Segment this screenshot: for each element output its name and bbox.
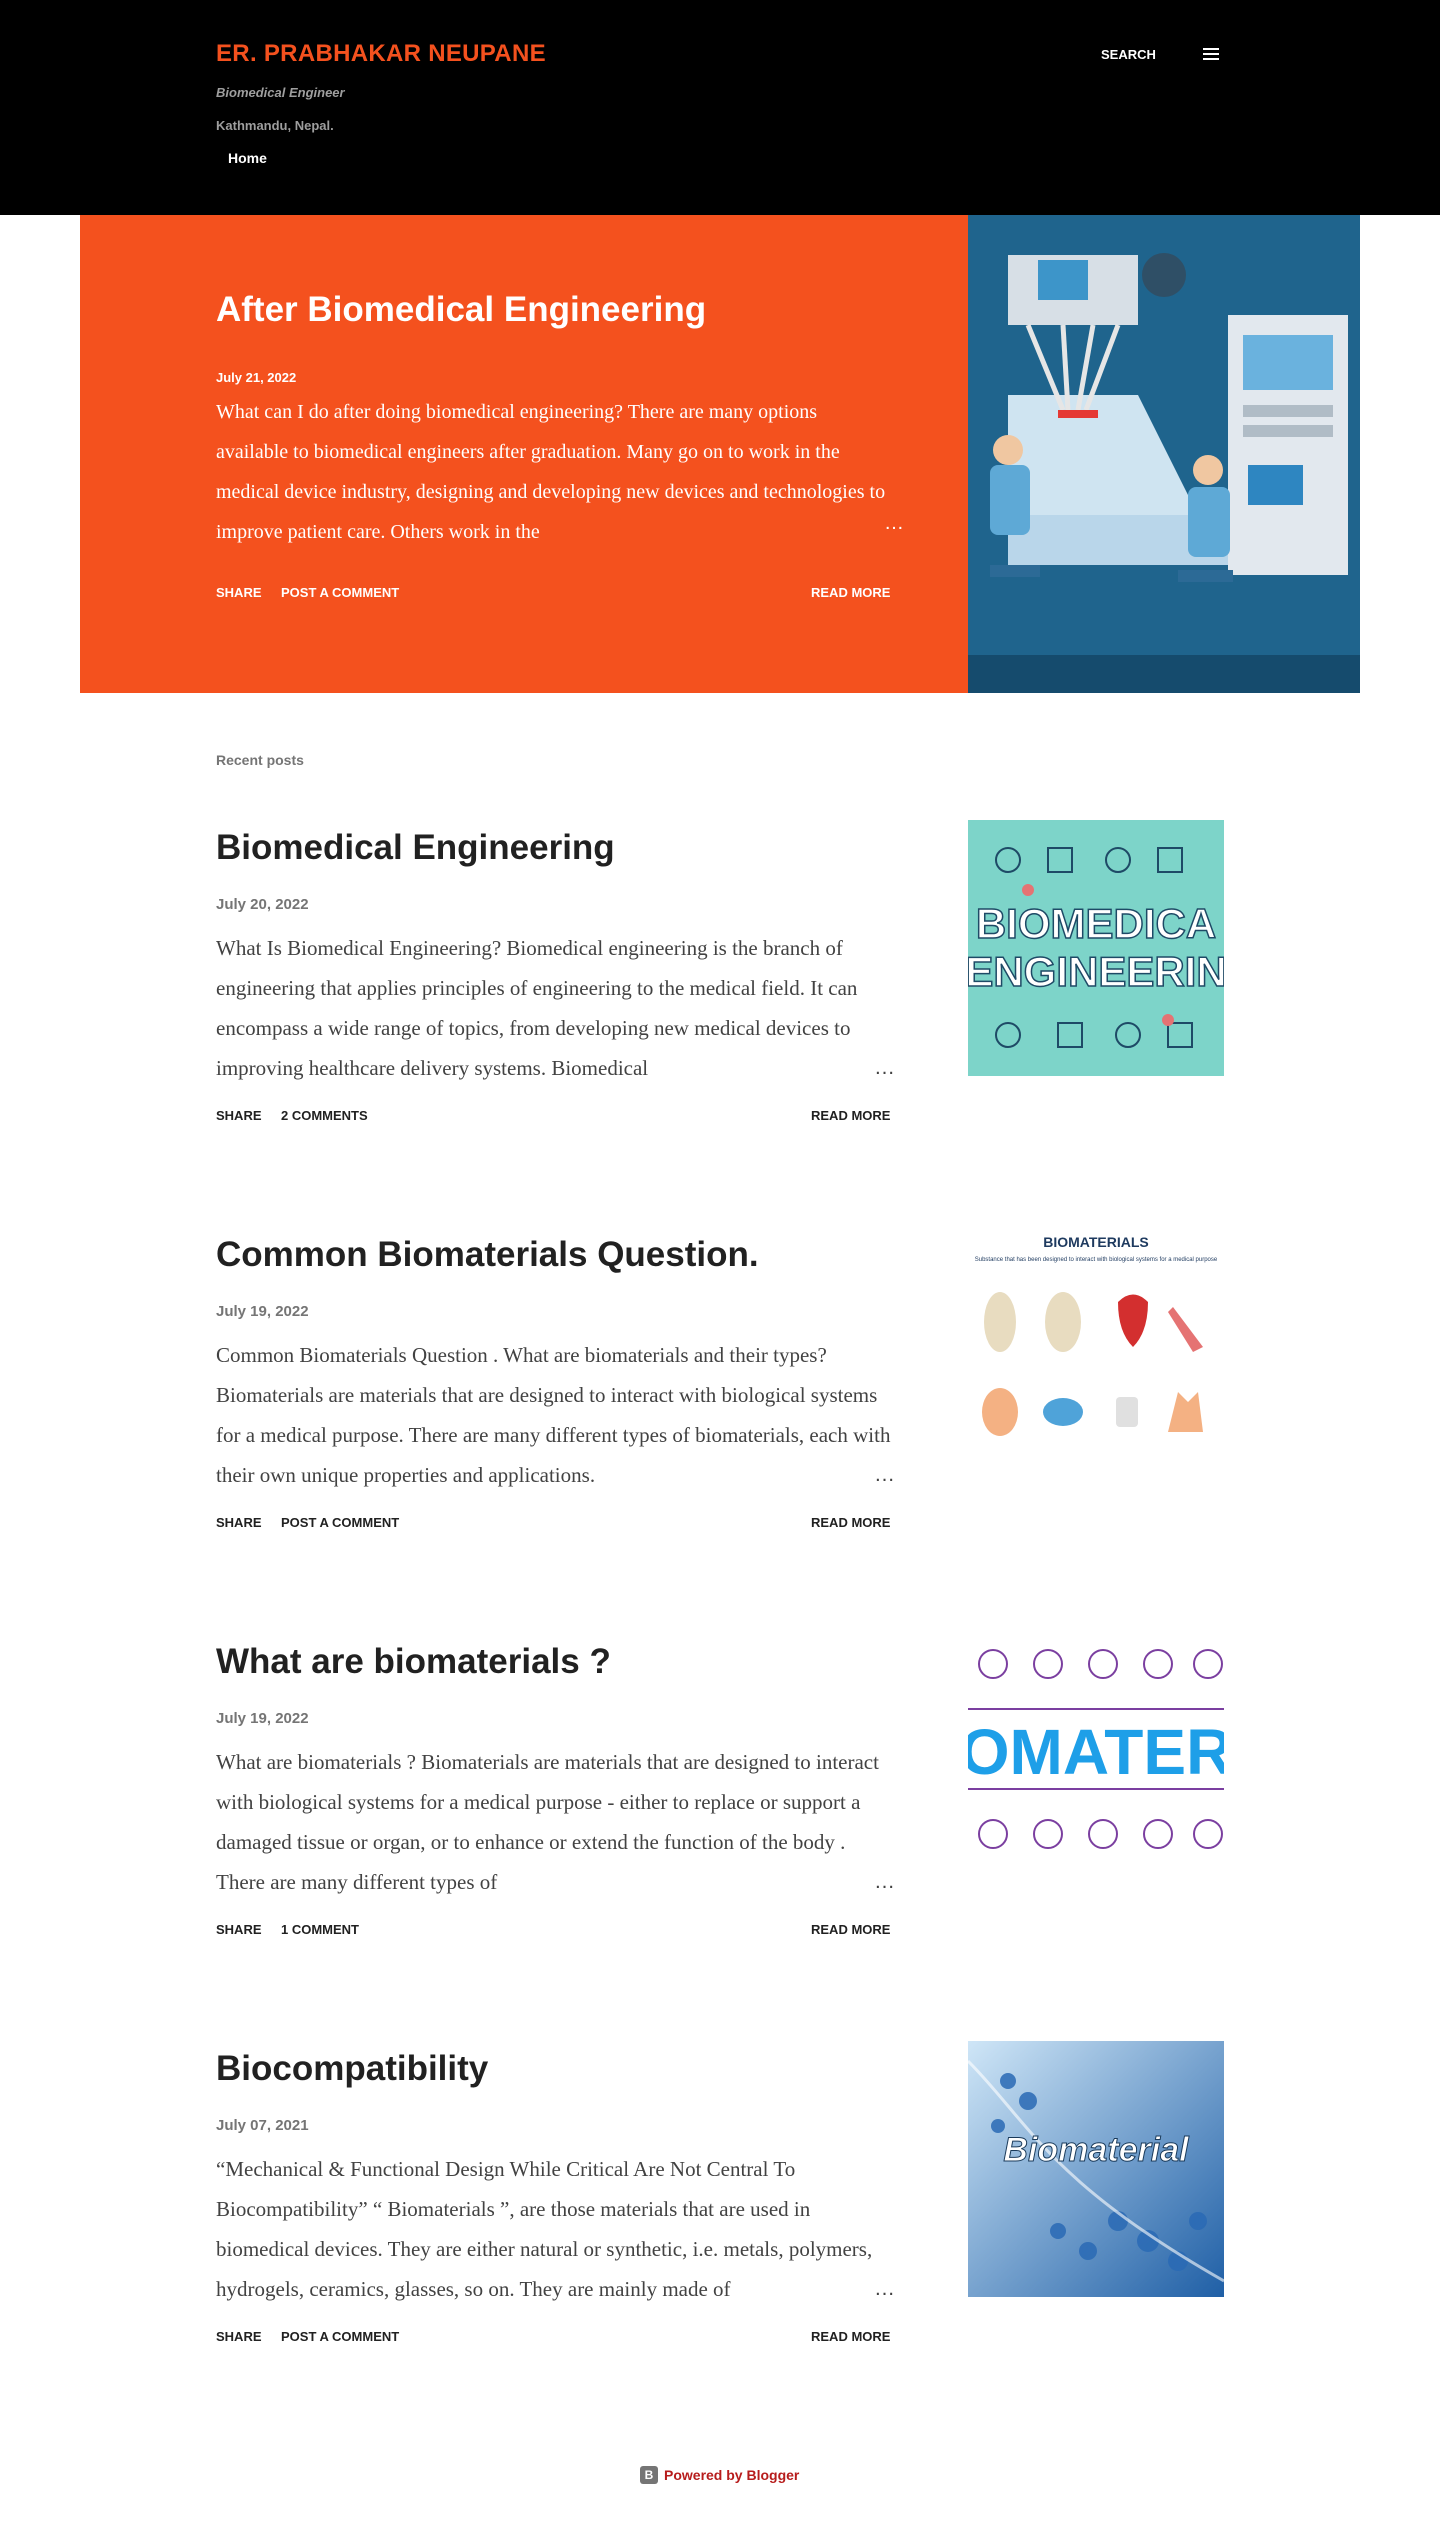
powered-by-label: Powered by Blogger bbox=[664, 2467, 800, 2483]
read-more-link[interactable]: READ MORE bbox=[811, 1922, 890, 1937]
post-thumbnail[interactable]: BIOMEDICA ENGINEERIN bbox=[968, 820, 1224, 1076]
powered-by-blogger-link[interactable]: B Powered by Blogger bbox=[640, 2466, 799, 2484]
comments-link[interactable]: POST A COMMENT bbox=[281, 1515, 399, 1530]
read-more-link[interactable]: READ MORE bbox=[811, 1108, 890, 1123]
thumb-text-1: BIOMEDICA bbox=[976, 900, 1216, 947]
blogger-icon: B bbox=[640, 2466, 658, 2484]
search-button[interactable]: SEARCH bbox=[1101, 47, 1156, 62]
featured-post: After Biomedical Engineering July 21, 20… bbox=[80, 215, 968, 693]
read-more-link[interactable]: READ MORE bbox=[811, 2329, 890, 2344]
post-thumbnail[interactable]: BIOMATERIALS Substance that has been des… bbox=[968, 1227, 1224, 1483]
thumb-text-2: Substance that has been designed to inte… bbox=[975, 1257, 1218, 1263]
post-title[interactable]: What are biomaterials ? bbox=[216, 1642, 611, 1682]
featured-post-snippet: What can I do after doing biomedical eng… bbox=[216, 401, 886, 543]
share-button[interactable]: SHARE bbox=[216, 1515, 262, 1530]
post-ellipsis: … bbox=[862, 1048, 895, 1088]
blog-description: Biomedical Engineer bbox=[216, 85, 345, 100]
biomaterials-infographic-thumbnail: BIOMATERIALS Substance that has been des… bbox=[968, 1227, 1224, 1483]
post-card: Biocompatibility July 07, 2021 “Mechanic… bbox=[0, 2041, 1440, 2389]
post-snippet: “Mechanical & Functional Design While Cr… bbox=[216, 2157, 873, 2301]
blog-location: Kathmandu, Nepal. bbox=[216, 118, 334, 133]
read-more-link[interactable]: READ MORE bbox=[811, 1515, 890, 1530]
post-card: What are biomaterials ? July 19, 2022 Wh… bbox=[0, 1634, 1440, 1982]
post-title[interactable]: Biocompatibility bbox=[216, 2049, 488, 2089]
post-title[interactable]: Common Biomaterials Question. bbox=[216, 1235, 759, 1275]
post-date[interactable]: July 20, 2022 bbox=[216, 896, 309, 913]
thumb-text-2: ENGINEERIN bbox=[968, 948, 1224, 995]
biomedical-engineering-thumbnail: BIOMEDICA ENGINEERIN bbox=[968, 820, 1224, 1076]
featured-share-button[interactable]: SHARE bbox=[216, 585, 262, 600]
post-ellipsis: … bbox=[862, 2269, 895, 2309]
thumb-text-1: OMATER bbox=[968, 1716, 1224, 1788]
post-snippet: Common Biomaterials Question . What are … bbox=[216, 1343, 891, 1487]
comments-link[interactable]: POST A COMMENT bbox=[281, 2329, 399, 2344]
featured-post-title[interactable]: After Biomedical Engineering bbox=[216, 290, 706, 330]
post-title[interactable]: Biomedical Engineering bbox=[216, 828, 615, 868]
post-snippet: What Is Biomedical Engineering? Biomedic… bbox=[216, 936, 858, 1080]
blog-title[interactable]: ER. PRABHAKAR NEUPANE bbox=[216, 40, 546, 68]
featured-comment-link[interactable]: POST A COMMENT bbox=[281, 585, 399, 600]
dna-biomaterial-thumbnail: Biomaterial bbox=[968, 2041, 1224, 2297]
nav-home-link[interactable]: Home bbox=[228, 150, 267, 166]
featured-post-date[interactable]: July 21, 2022 bbox=[216, 370, 296, 385]
post-card: Common Biomaterials Question. July 19, 2… bbox=[0, 1227, 1440, 1575]
recent-posts-heading: Recent posts bbox=[216, 752, 304, 768]
post-thumbnail[interactable]: OMATER bbox=[968, 1634, 1224, 1890]
biomaterials-icons-thumbnail: OMATER bbox=[968, 1634, 1224, 1890]
post-thumbnail[interactable]: Biomaterial bbox=[968, 2041, 1224, 2297]
hamburger-menu-icon[interactable] bbox=[1203, 48, 1221, 62]
thumb-text-1: BIOMATERIALS bbox=[1043, 1234, 1149, 1250]
post-ellipsis: … bbox=[862, 1862, 895, 1902]
share-button[interactable]: SHARE bbox=[216, 1108, 262, 1123]
post-card: Biomedical Engineering July 20, 2022 Wha… bbox=[0, 820, 1440, 1168]
comments-link[interactable]: 1 COMMENT bbox=[281, 1922, 359, 1937]
comments-link[interactable]: 2 COMMENTS bbox=[281, 1108, 368, 1123]
post-snippet: What are biomaterials ? Biomaterials are… bbox=[216, 1750, 879, 1894]
share-button[interactable]: SHARE bbox=[216, 2329, 262, 2344]
featured-post-ellipsis: … bbox=[874, 512, 904, 535]
site-header: ER. PRABHAKAR NEUPANE Biomedical Enginee… bbox=[0, 0, 1440, 215]
featured-post-image[interactable] bbox=[968, 215, 1360, 693]
share-button[interactable]: SHARE bbox=[216, 1922, 262, 1937]
post-date[interactable]: July 19, 2022 bbox=[216, 1303, 309, 1320]
featured-read-more-link[interactable]: READ MORE bbox=[811, 585, 890, 600]
thumb-text-1: Biomaterial bbox=[1003, 2131, 1190, 2169]
post-date[interactable]: July 07, 2021 bbox=[216, 2117, 309, 2134]
post-date[interactable]: July 19, 2022 bbox=[216, 1710, 309, 1727]
post-ellipsis: … bbox=[862, 1455, 895, 1495]
lab-illustration bbox=[968, 215, 1360, 693]
